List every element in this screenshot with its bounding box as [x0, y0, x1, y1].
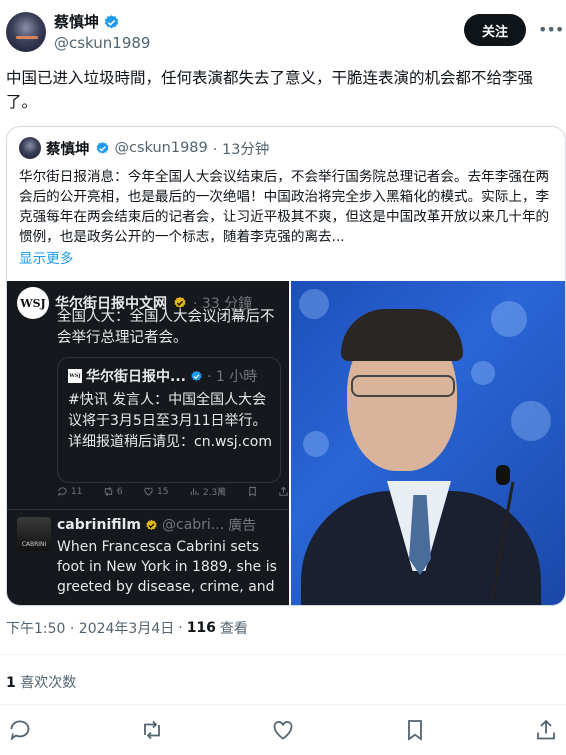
heart-icon [144, 487, 153, 496]
author-block: 蔡慎坤 @cskun1989 [54, 12, 150, 54]
embedded-inner-text: #快讯 发言人：中国全国人大会议将于3月5日至3月11日举行。详细报道稍后请见：… [68, 392, 273, 450]
photo-image[interactable] [291, 281, 565, 605]
views-icon [190, 488, 199, 496]
background-decoration [471, 361, 495, 385]
background-decoration [491, 301, 527, 337]
embedded-inner-header: WSJ 华尔街日报中... · 1 小時 [68, 366, 257, 386]
ad-label: 廣告 [228, 518, 257, 534]
reply-icon[interactable] [8, 718, 32, 742]
bookmark-icon [248, 486, 256, 497]
embedded-reply: 11 [57, 486, 82, 497]
embedded-views-count: 2.3萬 [202, 488, 227, 498]
ad-name: cabrinifilm [57, 517, 141, 533]
likes-label: 喜欢次数 [20, 675, 77, 691]
embedded-inner-name: 华尔街日报中... [86, 369, 186, 385]
retweet-icon [104, 487, 113, 496]
verified-badge-icon [96, 141, 108, 154]
verified-badge-icon [146, 519, 157, 530]
share-icon[interactable] [534, 718, 558, 742]
quoted-tweet-header: 蔡慎坤 @cskun1989 · 13分钟 [19, 137, 269, 159]
bookmark-icon[interactable] [403, 718, 427, 742]
show-more-link[interactable]: 显示更多 [19, 247, 73, 267]
divider [7, 509, 289, 510]
embedded-retweet: 6 [103, 486, 123, 497]
quoted-handle: @cskun1989 [114, 140, 208, 156]
tweet-text: 中国已进入垃圾時間，任何表演都失去了意义，干脆连表演的机会都不给李强了。 [6, 69, 534, 111]
ad-avatar: CABRINI [17, 517, 51, 551]
background-decoration [303, 431, 329, 457]
views-label: 查看 [219, 621, 248, 637]
embedded-views: 2.3萬 [189, 485, 226, 498]
author-name[interactable]: 蔡慎坤 [54, 12, 99, 32]
embedded-text: 全国人大：全国人大会议闭幕后不会举行总理记者会。 [57, 309, 275, 346]
heart-icon[interactable] [271, 718, 295, 742]
wsj-logo: WSJ [17, 287, 49, 319]
ad-handle: @cabri... [162, 517, 225, 533]
embedded-screenshot-image[interactable]: WSJ 华尔街日报中文网 · 33 分鐘 全国人大：全国人大会议闭幕后不会举行总… [7, 281, 289, 605]
action-bar [8, 718, 558, 742]
dot-separator: · [178, 620, 183, 636]
embedded-retweet-count: 6 [116, 486, 123, 497]
verified-badge-icon [104, 14, 119, 28]
author-handle[interactable]: @cskun1989 [54, 32, 150, 54]
embedded-inner-quote: WSJ 华尔街日报中... · 1 小時 #快讯 发言人：中国全国人大会议将于3… [57, 357, 281, 483]
retweet-icon[interactable] [140, 718, 164, 742]
embedded-actions: 11 6 15 2.3萬 [57, 485, 289, 498]
embedded-like-count: 15 [157, 486, 169, 497]
likes-count: 1 [6, 675, 16, 691]
wsj-logo-small: WSJ [68, 369, 82, 383]
tweet-meta: 下午1:50 · 2024年3月4日 · 116 查看 [6, 618, 248, 638]
ad-text: When Francesca Cabrini sets foot in New … [57, 539, 277, 595]
tweet-time[interactable]: 下午1:50 · 2024年3月4日 [6, 618, 174, 638]
more-options-icon[interactable]: ••• [538, 20, 564, 40]
tweet-header: 蔡慎坤 @cskun1989 关注 ••• [6, 12, 564, 56]
background-decoration [511, 401, 551, 441]
person-glasses [351, 375, 455, 397]
quoted-author-name: 蔡慎坤 [46, 141, 90, 158]
background-decoration [299, 289, 329, 319]
follow-button[interactable]: 关注 [464, 14, 526, 46]
likes-summary[interactable]: 1 喜欢次数 [6, 672, 76, 692]
reply-icon [58, 487, 67, 497]
avatar[interactable] [6, 12, 46, 52]
embedded-like: 15 [143, 486, 168, 497]
embedded-reply-count: 11 [71, 486, 83, 497]
embedded-inner-time: · 1 小時 [206, 369, 258, 385]
verified-badge-icon [191, 370, 202, 381]
views-count: 116 [186, 620, 216, 636]
ad-header: cabrinifilm @cabri... 廣告 [57, 515, 256, 535]
quoted-tweet[interactable]: 蔡慎坤 @cskun1989 · 13分钟 华尔街日报消息：今年全国人大会议结束… [6, 126, 566, 606]
divider [0, 654, 566, 655]
quoted-time: · 13分钟 [212, 141, 270, 158]
share-icon [279, 486, 288, 496]
quoted-text: 华尔街日报消息：今年全国人大会议结束后，不会举行国务院总理记者会。去年李强在两会… [19, 169, 550, 245]
author-name-row: 蔡慎坤 [54, 12, 150, 32]
divider [0, 704, 566, 705]
quoted-avatar [19, 137, 41, 159]
person-hair [341, 309, 463, 361]
microphone-head [496, 465, 510, 485]
